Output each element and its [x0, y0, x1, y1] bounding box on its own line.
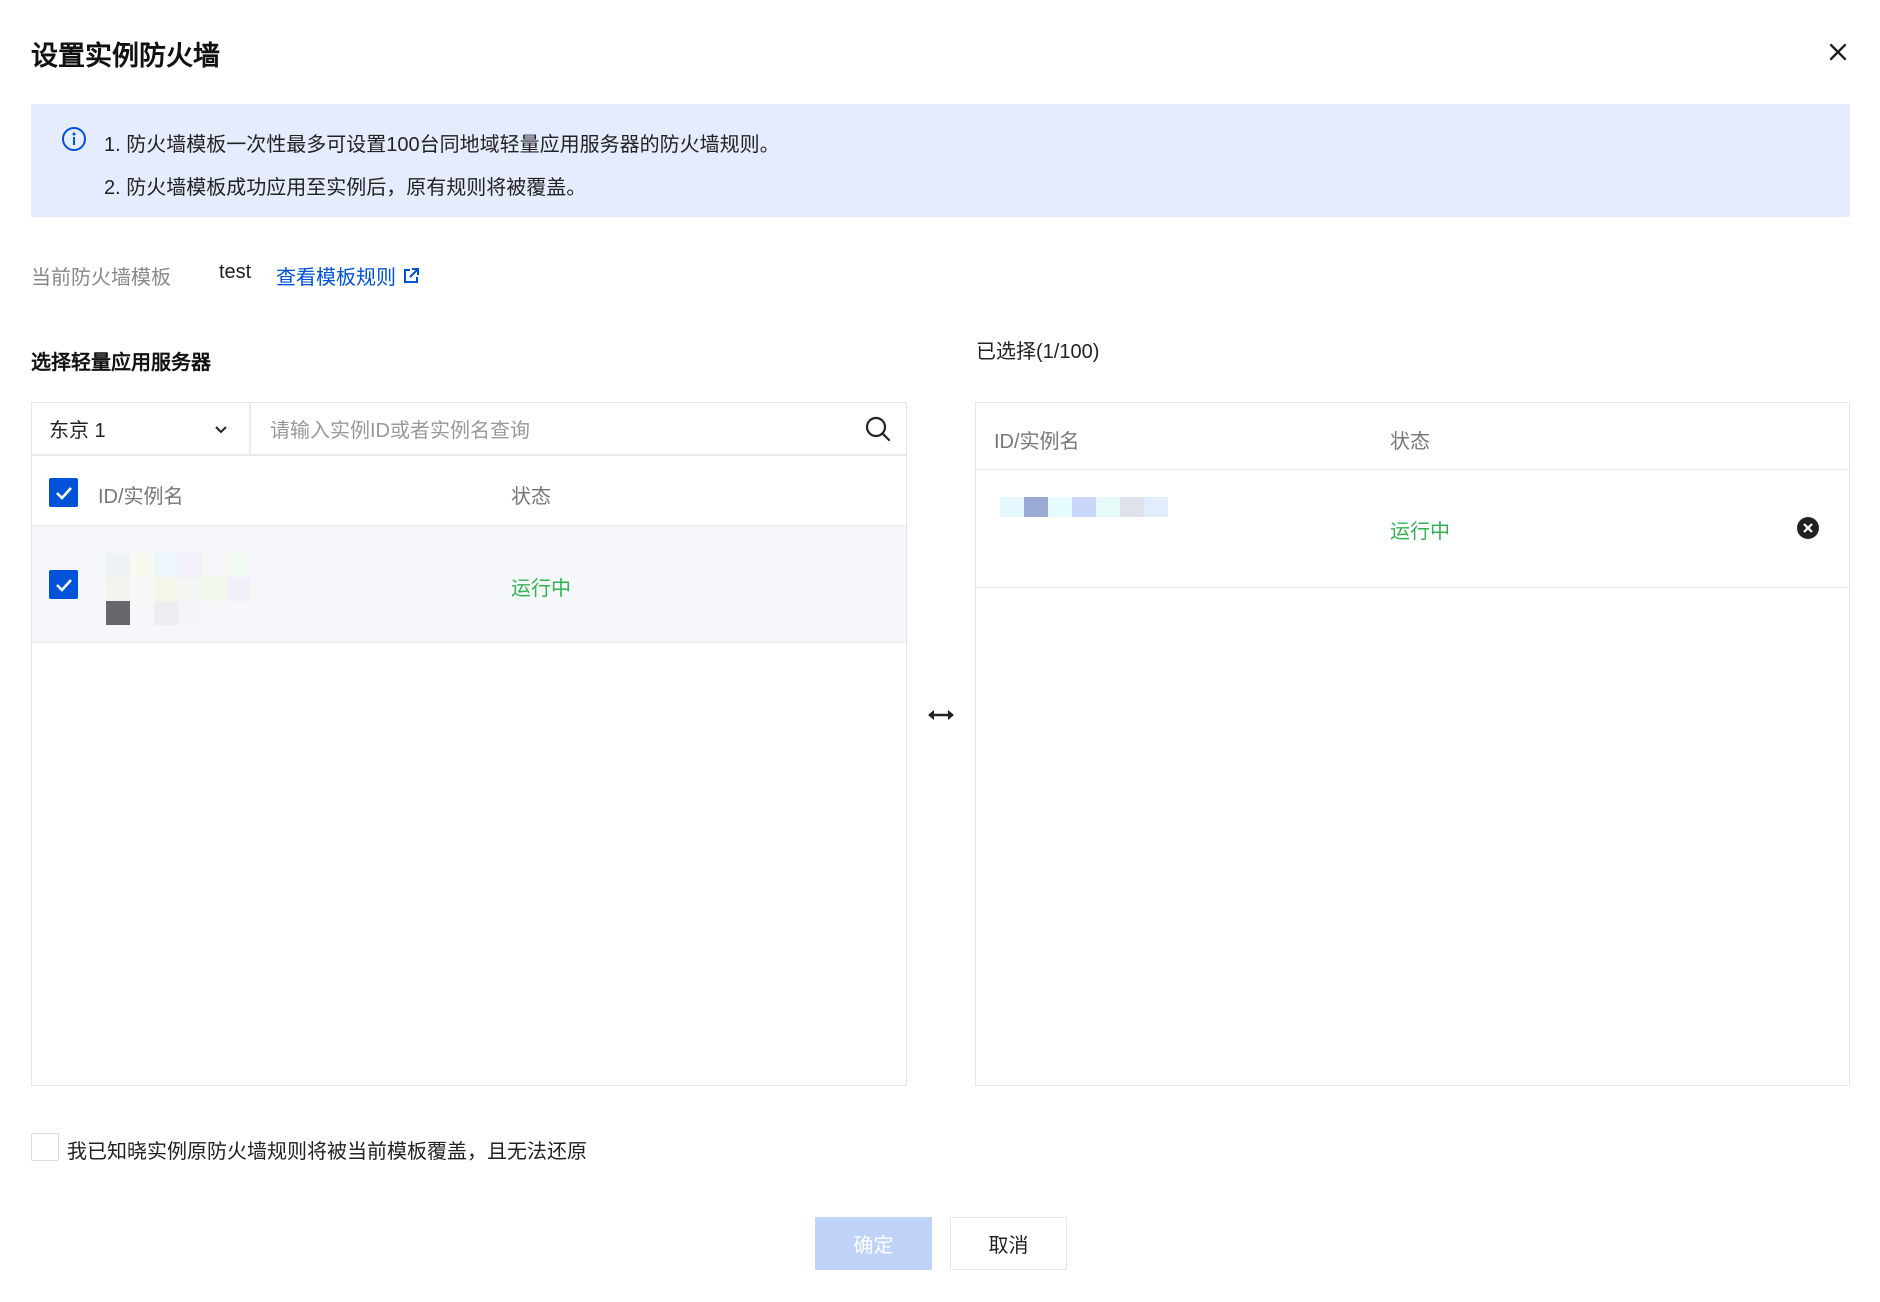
select-all-checkbox[interactable]	[49, 478, 78, 507]
notice-line-2: 2. 防火墙模板成功应用至实例后，原有规则将被覆盖。	[104, 177, 587, 199]
select-servers-title: 选择轻量应用服务器	[31, 352, 211, 374]
search-placeholder: 请输入实例ID或者实例名查询	[270, 420, 530, 442]
instance-search-input[interactable]: 请输入实例ID或者实例名查询	[251, 403, 906, 454]
transfer-arrows-icon	[928, 710, 954, 720]
region-select[interactable]: 东京 1	[32, 403, 251, 454]
table-row[interactable]: 运行中	[32, 526, 906, 643]
column-status: 状态	[511, 486, 551, 508]
column-status: 状态	[1390, 431, 1430, 453]
confirm-button[interactable]: 确定	[815, 1217, 932, 1270]
instance-id-redacted	[106, 553, 250, 625]
acknowledge-label[interactable]: 我已知晓实例原防火墙规则将被当前模板覆盖，且无法还原	[67, 1135, 587, 1164]
view-template-rules-link[interactable]: 查看模板规则	[276, 261, 420, 290]
check-icon	[55, 486, 72, 500]
column-id-name: ID/实例名	[98, 486, 184, 508]
cancel-button[interactable]: 取消	[950, 1217, 1067, 1270]
notice-line-1: 1. 防火墙模板一次性最多可设置100台同地域轻量应用服务器的防火墙规则。	[104, 134, 780, 156]
remove-icon[interactable]	[1796, 516, 1820, 540]
region-select-value: 东京 1	[49, 420, 106, 442]
view-template-rules-label: 查看模板规则	[276, 267, 396, 289]
close-icon	[1829, 43, 1847, 61]
template-label: 当前防火墙模板	[31, 267, 171, 289]
chevron-down-icon	[215, 425, 227, 433]
dialog-title: 设置实例防火墙	[31, 41, 220, 71]
acknowledge-checkbox[interactable]	[31, 1133, 59, 1161]
external-link-icon	[404, 267, 419, 283]
instance-id-redacted	[1000, 497, 1168, 517]
search-icon[interactable]	[864, 415, 892, 443]
close-button[interactable]	[1822, 36, 1854, 68]
info-icon	[62, 127, 86, 151]
template-value: test	[219, 261, 252, 283]
selected-count-title: 已选择(1/100)	[976, 341, 1100, 363]
column-id-name: ID/实例名	[994, 431, 1080, 453]
notice-banner: 1. 防火墙模板一次性最多可设置100台同地域轻量应用服务器的防火墙规则。 2.…	[31, 104, 1850, 217]
selected-row-status: 运行中	[1390, 521, 1450, 543]
row-status: 运行中	[511, 578, 571, 600]
selected-servers-panel: ID/实例名 状态 运行中	[975, 402, 1850, 1086]
available-servers-panel: 东京 1 请输入实例ID或者实例名查询 ID/实例名 状态 运行中	[31, 402, 907, 1086]
row-checkbox[interactable]	[49, 570, 78, 599]
check-icon	[55, 578, 72, 592]
selected-table-header: ID/实例名 状态	[976, 403, 1849, 470]
selected-row: 运行中	[976, 470, 1849, 588]
table-header: ID/实例名 状态	[32, 458, 906, 526]
